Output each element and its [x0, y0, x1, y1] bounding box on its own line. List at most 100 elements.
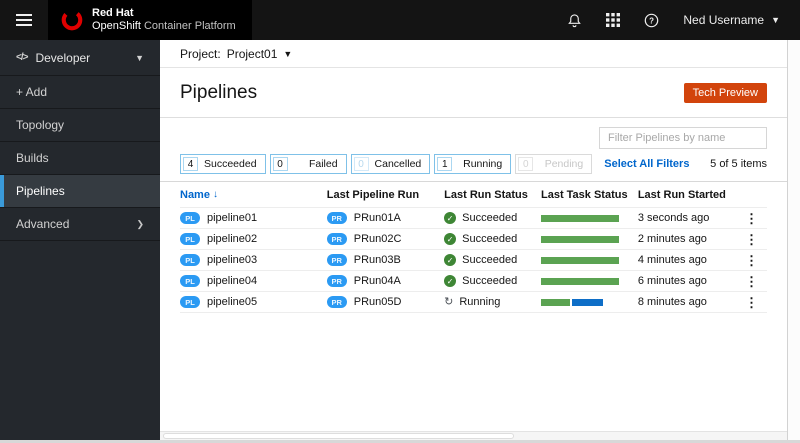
- pipeline-run-cell: PR PRun02C: [326, 233, 444, 245]
- pipeline-badge: PL: [180, 233, 200, 245]
- kebab-menu-button[interactable]: ⋮: [742, 212, 761, 225]
- pipeline-run-badge: PR: [326, 212, 347, 224]
- pipeline-name-cell: PL pipeline04: [180, 275, 327, 287]
- pipelines-table: Name ↓ Last Pipeline Run Last Run Status…: [180, 182, 767, 313]
- chip-label: Pending: [544, 158, 584, 170]
- menu-toggle-button[interactable]: [0, 14, 48, 26]
- help-button[interactable]: ?: [644, 13, 659, 28]
- tech-preview-badge[interactable]: Tech Preview: [683, 82, 767, 103]
- select-all-filters-link[interactable]: Select All Filters: [604, 158, 689, 170]
- page-header: Pipelines Tech Preview: [160, 68, 787, 118]
- pipeline-run-cell: PR PRun03B: [326, 254, 444, 266]
- pipeline-run-link[interactable]: PRun05D: [354, 296, 402, 308]
- pipeline-run-cell: PR PRun04A: [326, 275, 444, 287]
- filter-chip[interactable]: 0 Cancelled: [350, 154, 431, 174]
- last-run-started-cell: 8 minutes ago: [637, 296, 707, 308]
- last-task-status-cell: [540, 298, 638, 306]
- sidebar-item-pipelines[interactable]: Pipelines: [0, 175, 160, 208]
- pipeline-name-cell: PL pipeline01: [180, 212, 327, 224]
- filter-chip[interactable]: 4 Succeeded: [180, 154, 266, 174]
- chip-count: 1: [437, 157, 453, 171]
- brand-line2: OpenShift Container Platform: [92, 20, 236, 33]
- pipeline-run-badge: PR: [326, 275, 347, 287]
- row-actions-cell: ⋮: [738, 296, 767, 309]
- sidebar-item-label: Builds: [16, 151, 49, 165]
- status-label: Succeeded: [462, 275, 518, 287]
- task-status-bar: [540, 298, 603, 306]
- pipeline-name-link[interactable]: pipeline04: [207, 275, 257, 287]
- chip-count: 0: [353, 157, 369, 171]
- last-run-status-cell: ✓ Succeeded: [444, 254, 541, 266]
- status-label: Succeeded: [462, 254, 518, 266]
- status-label: Succeeded: [462, 233, 518, 245]
- filter-chip[interactable]: 1 Running: [434, 154, 512, 174]
- sidebar-item-label: + Add: [16, 85, 48, 99]
- row-actions-cell: ⋮: [738, 254, 767, 267]
- chip-label: Failed: [308, 158, 338, 170]
- sidebar-item-add[interactable]: + Add: [0, 76, 160, 109]
- help-icon: ?: [645, 13, 659, 27]
- last-run-status-cell: ✓ Succeeded: [444, 212, 541, 224]
- sidebar-item-advanced[interactable]: Advanced ❯: [0, 208, 160, 241]
- table-row: PL pipeline01 PR PRun01A ✓ Succeeded 3 s…: [180, 208, 767, 229]
- column-header-name[interactable]: Name ↓: [180, 189, 327, 201]
- perspective-switcher[interactable]: </> Developer ▼: [0, 40, 160, 76]
- pipeline-name-link[interactable]: pipeline05: [207, 296, 257, 308]
- status-label: Succeeded: [462, 212, 518, 224]
- pipeline-run-link[interactable]: PRun02C: [354, 233, 402, 245]
- brand-product: OpenShift: [92, 20, 141, 32]
- pipeline-run-cell: PR PRun01A: [326, 212, 444, 224]
- table-row: PL pipeline03 PR PRun03B ✓ Succeeded 4 m…: [180, 250, 767, 271]
- horizontal-scrollbar[interactable]: [160, 431, 787, 440]
- kebab-menu-button[interactable]: ⋮: [742, 233, 761, 246]
- redhat-logo-icon: [61, 9, 83, 31]
- brand-logo[interactable]: Red Hat OpenShift Container Platform: [48, 0, 252, 40]
- hamburger-icon: [16, 14, 32, 26]
- sidebar-nav: </> Developer ▼ + Add Topology Builds Pi…: [0, 40, 160, 440]
- pipeline-name-cell: PL pipeline05: [180, 296, 327, 308]
- check-circle-icon: ✓: [444, 254, 457, 266]
- brand-text: Red Hat OpenShift Container Platform: [92, 7, 236, 32]
- sidebar-item-topology[interactable]: Topology: [0, 109, 160, 142]
- task-bar-segment: [540, 235, 619, 243]
- openshift-console: Red Hat OpenShift Container Platform ? N…: [0, 0, 800, 443]
- status-label: Running: [459, 296, 501, 308]
- project-select[interactable]: Project01 ▼: [227, 47, 293, 61]
- masthead-toolbar: ? Ned Username ▼: [567, 13, 800, 28]
- sidebar-item-label: Pipelines: [16, 184, 65, 198]
- user-menu[interactable]: Ned Username ▼: [683, 13, 780, 27]
- pipeline-name-link[interactable]: pipeline03: [207, 254, 257, 266]
- pipeline-run-badge: PR: [326, 233, 347, 245]
- pipeline-run-link[interactable]: PRun03B: [354, 254, 401, 266]
- pipeline-run-link[interactable]: PRun04A: [354, 275, 401, 287]
- filter-chip[interactable]: 0 Failed: [269, 154, 347, 174]
- scrollbar-thumb[interactable]: [163, 433, 515, 439]
- task-bar-segment: [571, 298, 603, 306]
- vertical-scrollbar[interactable]: [787, 40, 800, 440]
- username: Ned Username: [683, 13, 765, 27]
- app-launcher-button[interactable]: [606, 13, 621, 27]
- last-run-started-cell: 2 minutes ago: [637, 233, 707, 245]
- pipeline-badge: PL: [180, 275, 200, 287]
- task-bar-segment: [540, 277, 619, 285]
- sync-icon: ↻: [444, 296, 454, 308]
- pipelines-table-body: PL pipeline01 PR PRun01A ✓ Succeeded 3 s…: [180, 208, 767, 313]
- sidebar-item-builds[interactable]: Builds: [0, 142, 160, 175]
- page-title: Pipelines: [180, 81, 258, 103]
- kebab-menu-button[interactable]: ⋮: [742, 254, 761, 267]
- filter-input[interactable]: [599, 127, 767, 149]
- row-actions-cell: ⋮: [738, 212, 767, 225]
- items-count: 5 of 5 items: [710, 158, 767, 170]
- pipeline-name-link[interactable]: pipeline01: [207, 212, 257, 224]
- code-icon: </>: [16, 52, 29, 63]
- row-actions-cell: ⋮: [738, 275, 767, 288]
- table-header-row: Name ↓ Last Pipeline Run Last Run Status…: [180, 182, 767, 208]
- kebab-menu-button[interactable]: ⋮: [742, 296, 761, 309]
- chip-count: 0: [272, 157, 288, 171]
- bell-icon: [568, 13, 582, 27]
- notifications-button[interactable]: [567, 13, 582, 28]
- pipeline-name-link[interactable]: pipeline02: [207, 233, 257, 245]
- kebab-menu-button[interactable]: ⋮: [742, 275, 761, 288]
- pipeline-run-link[interactable]: PRun01A: [354, 212, 401, 224]
- pipeline-name-cell: PL pipeline03: [180, 254, 327, 266]
